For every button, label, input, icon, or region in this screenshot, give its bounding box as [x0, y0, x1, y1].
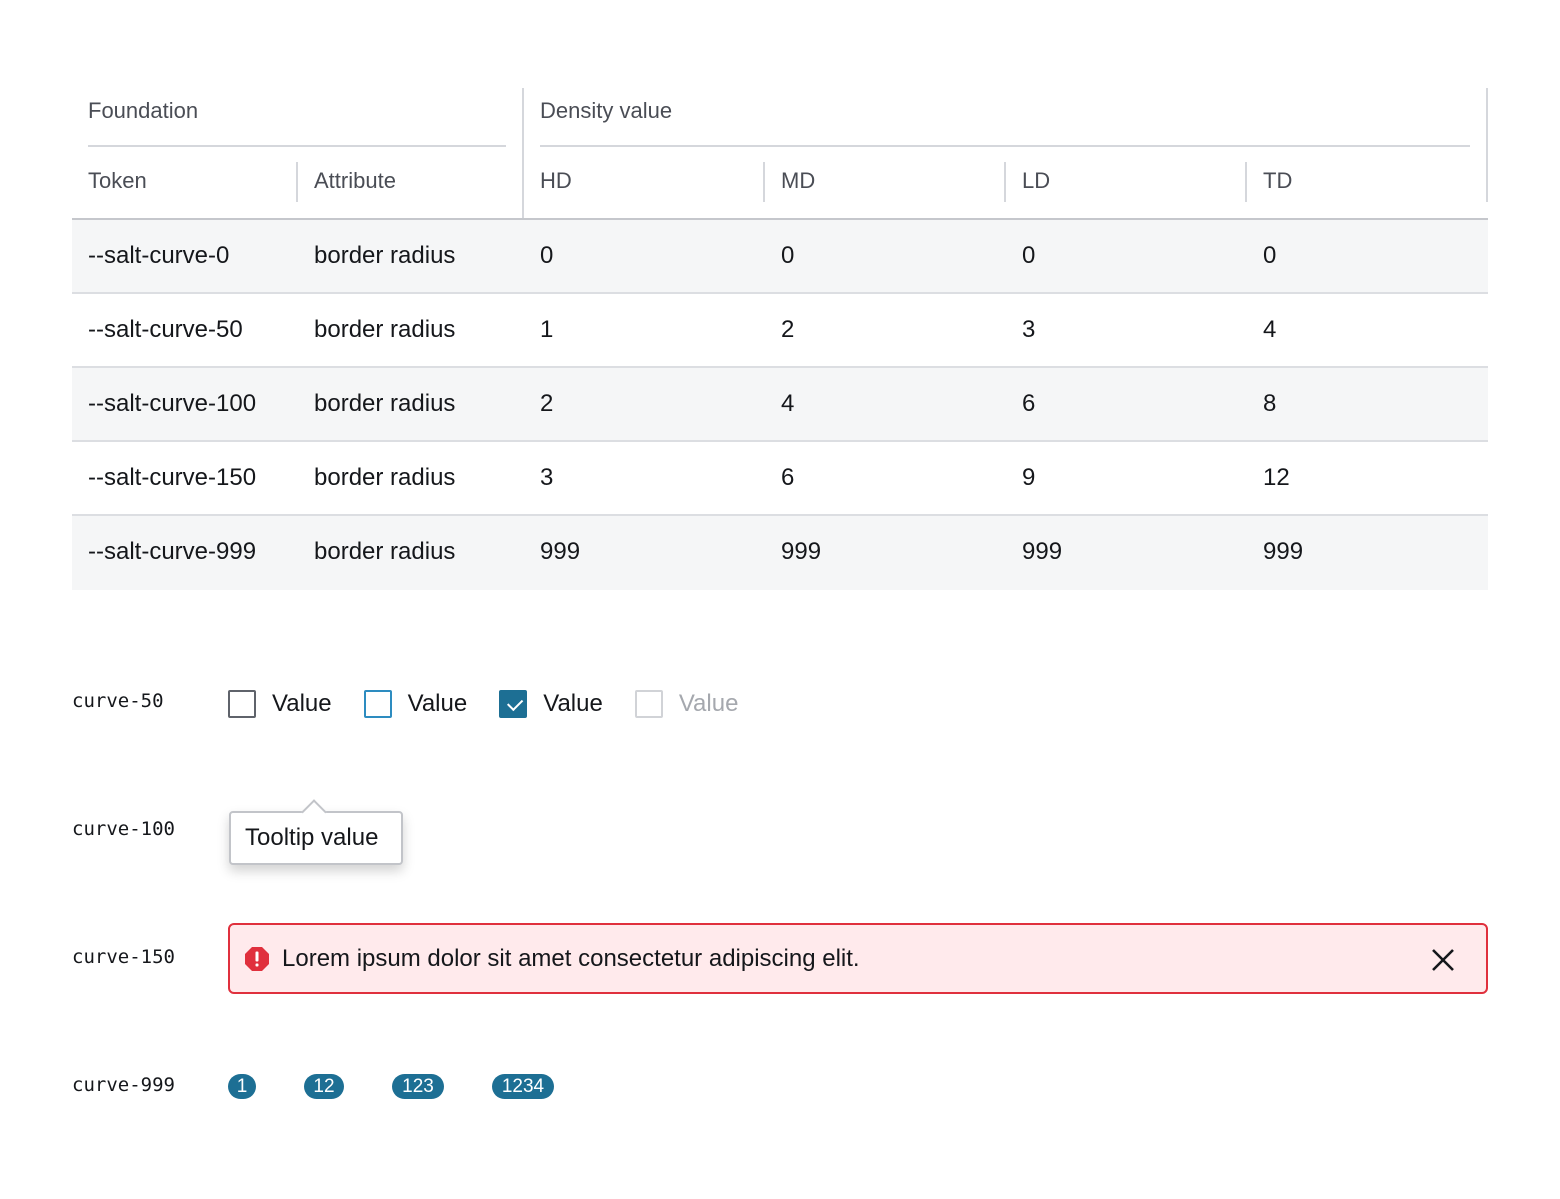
table-row: --salt-curve-100 border radius 2 4 6 8	[72, 368, 1488, 442]
md-cell: 2	[781, 316, 795, 343]
error-banner: Lorem ipsum dolor sit amet consectetur a…	[228, 923, 1488, 994]
attribute-cell: border radius	[314, 390, 456, 417]
tooltip-arrow	[301, 799, 327, 825]
badge: 1234	[492, 1074, 554, 1099]
attribute-cell: border radius	[314, 316, 456, 343]
badge: 12	[304, 1074, 344, 1099]
token-cell: --salt-curve-999	[88, 538, 257, 565]
badge: 123	[392, 1074, 444, 1099]
hd-cell: 3	[540, 464, 554, 491]
td-cell: 8	[1263, 390, 1277, 417]
checkbox-checked[interactable]: Value	[499, 690, 603, 718]
demo-label-curve-50: curve-50	[72, 690, 164, 712]
checkbox-box[interactable]	[363, 690, 392, 718]
divider	[1004, 162, 1006, 202]
divider	[763, 162, 765, 202]
table-row: --salt-curve-50 border radius 1 2 3 4	[72, 294, 1488, 368]
hd-cell: 0	[540, 242, 554, 269]
ld-cell: 0	[1022, 242, 1036, 269]
hd-cell: 999	[540, 538, 581, 565]
checkbox-label: Value	[543, 690, 603, 717]
column-header-md: MD	[781, 168, 816, 193]
group-header-foundation: Foundation	[88, 98, 199, 123]
column-header-ld: LD	[1022, 168, 1051, 193]
error-icon	[245, 947, 269, 971]
demo-label-curve-100: curve-100	[72, 818, 175, 840]
table-row: --salt-curve-0 border radius 0 0 0 0	[72, 220, 1488, 294]
attribute-cell: border radius	[314, 242, 456, 269]
divider	[296, 162, 298, 202]
column-header-row: Token Attribute HD MD LD TD	[72, 146, 1488, 220]
token-cell: --salt-curve-0	[88, 242, 230, 269]
hd-cell: 1	[540, 316, 554, 343]
divider	[1245, 162, 1247, 202]
column-header-token: Token	[88, 168, 147, 193]
column-header-td: TD	[1263, 168, 1293, 193]
checkbox-label: Value	[678, 690, 739, 717]
checkmark-icon	[507, 694, 524, 712]
token-cell: --salt-curve-50	[88, 316, 243, 343]
close-icon[interactable]	[1430, 947, 1456, 973]
md-cell: 4	[781, 390, 795, 417]
ld-cell: 3	[1022, 316, 1036, 343]
checkbox-hover[interactable]: Value	[363, 690, 468, 718]
badge: 1	[228, 1074, 256, 1099]
checkbox-box	[634, 690, 663, 718]
demo-label-curve-150: curve-150	[72, 946, 175, 968]
demo-label-curve-999: curve-999	[72, 1074, 175, 1096]
td-cell: 0	[1263, 242, 1277, 269]
curve-token-table: Foundation Density value Token Attribute…	[72, 88, 1488, 590]
table-row: --salt-curve-150 border radius 3 6 9 12	[72, 442, 1488, 516]
td-cell: 4	[1263, 316, 1277, 343]
banner-message: Lorem ipsum dolor sit amet consectetur a…	[282, 945, 860, 972]
column-header-attribute: Attribute	[314, 168, 396, 193]
md-cell: 0	[781, 242, 795, 269]
ld-cell: 9	[1022, 464, 1036, 491]
checkbox-group: Value Value Value Value	[228, 688, 770, 720]
checkbox-default[interactable]: Value	[228, 690, 332, 718]
md-cell: 6	[781, 464, 795, 491]
attribute-cell: border radius	[314, 464, 456, 491]
table-row: --salt-curve-999 border radius 999 999 9…	[72, 516, 1488, 590]
checkbox-disabled: Value	[634, 690, 739, 718]
ld-cell: 999	[1022, 538, 1063, 565]
attribute-cell: border radius	[314, 538, 456, 565]
td-cell: 12	[1263, 464, 1290, 491]
checkbox-label: Value	[272, 690, 332, 717]
checkbox-box[interactable]	[499, 690, 528, 718]
token-cell: --salt-curve-100	[88, 390, 257, 417]
ld-cell: 6	[1022, 390, 1036, 417]
token-cell: --salt-curve-150	[88, 464, 257, 491]
group-header-row: Foundation Density value	[72, 88, 1488, 220]
td-cell: 999	[1263, 538, 1304, 565]
checkbox-box[interactable]	[228, 690, 256, 718]
tooltip: Tooltip value	[229, 799, 403, 865]
group-header-density: Density value	[540, 98, 673, 123]
column-header-hd: HD	[540, 168, 572, 193]
hd-cell: 2	[540, 390, 554, 417]
md-cell: 999	[781, 538, 822, 565]
tooltip-text: Tooltip value	[245, 824, 379, 851]
checkbox-label: Value	[407, 690, 468, 717]
